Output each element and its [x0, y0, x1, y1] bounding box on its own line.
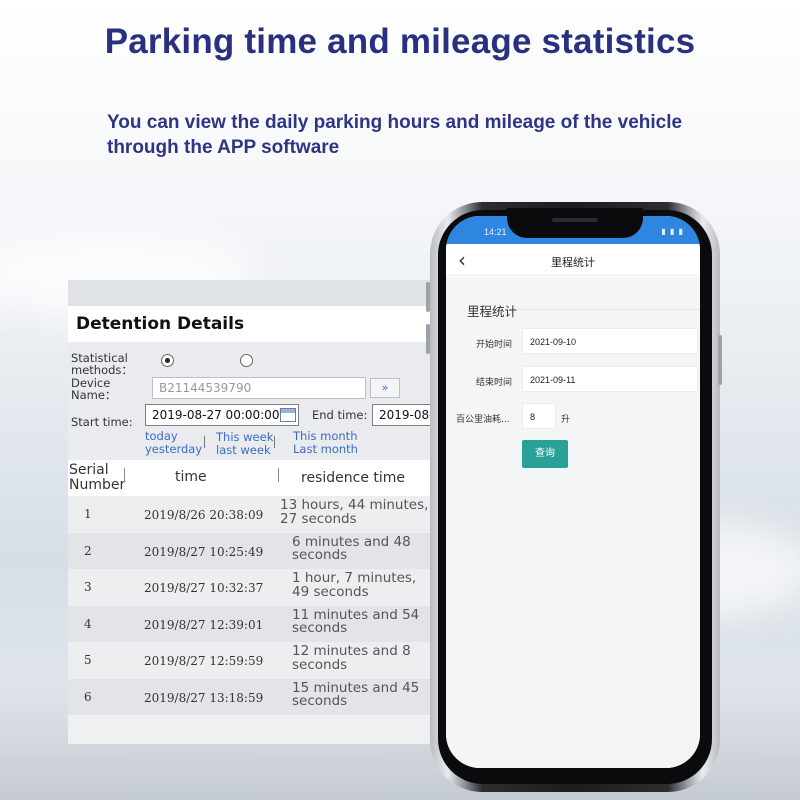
table-row: 1 2019/8/26 20:38:09 13 hours, 44 minutes,… — [68, 496, 430, 532]
phone-power-button — [718, 335, 722, 385]
cell-time: 2019/8/26 20:38:09 — [144, 508, 264, 522]
phone-notch — [507, 208, 643, 238]
phone-speaker — [552, 218, 598, 222]
cell-residence-time: 12 minutes and 8 seconds — [292, 643, 411, 673]
method-radio-1[interactable] — [161, 354, 174, 367]
nav-title: 里程统计 — [551, 256, 595, 269]
query-button[interactable]: 查询 — [522, 440, 568, 468]
cell-serial: 2 — [84, 543, 92, 558]
start-time-input[interactable]: 2019-08-27 00:00:00 — [145, 404, 299, 426]
link-separator — [204, 436, 205, 448]
link-yesterday[interactable]: yesterday — [145, 443, 202, 456]
start-time-field[interactable]: 2021-09-10 — [522, 328, 698, 354]
cell-time: 2019/8/27 13:18:59 — [144, 690, 264, 705]
link-last-month[interactable]: Last month — [293, 443, 358, 456]
table-row: 2 2019/8/27 10:25:49 6 minutes and 48 seco… — [68, 532, 430, 569]
detention-details-panel: Detention Details Statistical methods： D… — [68, 280, 430, 744]
cell-residence-time: 6 minutes and 48 seconds — [292, 533, 411, 563]
table-row: 4 2019/8/27 12:39:01 11 minutes and 54 sec… — [68, 605, 430, 642]
cell-time: 2019/8/27 12:59:59 — [144, 654, 264, 668]
table-row: 5 2019/8/27 12:59:59 12 minutes and 8 seco… — [68, 642, 430, 678]
cell-serial: 4 — [84, 616, 92, 631]
panel-top-strip — [68, 280, 430, 306]
end-time-label: End time: — [312, 408, 368, 422]
link-separator — [274, 436, 275, 448]
device-name-input[interactable]: B21144539790 — [152, 377, 366, 399]
status-time: 14:21 — [484, 227, 507, 237]
cell-serial: 5 — [84, 653, 92, 667]
column-time: time — [175, 469, 207, 485]
fuel-unit-label: 升 — [561, 415, 571, 425]
calendar-icon[interactable] — [280, 408, 296, 422]
fuel-consumption-field[interactable]: 8 — [522, 403, 556, 429]
column-serial-number: Serial Number — [69, 462, 126, 493]
phone-volume-button — [426, 324, 430, 354]
chevron-down-icon: » — [381, 381, 389, 394]
device-name-label: Device Name： — [71, 376, 117, 402]
section-divider — [518, 309, 700, 310]
cell-residence-time: 13 hours, 44 minutes, 27 seconds — [280, 497, 429, 527]
table-row: 3 2019/8/27 10:32:37 1 hour, 7 minutes, 49… — [68, 569, 430, 605]
statistical-methods-label: Statistical methods： — [71, 351, 133, 377]
end-time-field[interactable]: 2021-09-11 — [522, 366, 698, 392]
device-dropdown-button[interactable]: » — [370, 378, 400, 398]
cell-time: 2019/8/27 10:25:49 — [144, 544, 264, 559]
table-header: Serial Number time residence time — [68, 460, 430, 496]
end-time-input[interactable]: 2019-08- — [372, 404, 430, 426]
phone-volume-button — [426, 282, 430, 312]
start-time-label: Start time: — [71, 415, 133, 429]
cell-residence-time: 15 minutes and 45 seconds — [292, 679, 420, 709]
phone-screen: 14:21 ▮ ▮ ▮ ‹ 里程统计 里程统计 开始时间 2021-09-10 … — [446, 216, 700, 768]
cell-residence-time: 11 minutes and 54 seconds — [292, 606, 420, 636]
cell-time: 2019/8/27 12:39:01 — [144, 617, 264, 632]
mileage-form: 里程统计 开始时间 2021-09-10 结束时间 2021-09-11 百公里… — [446, 277, 700, 768]
page-headline: Parking time and mileage statistics — [104, 22, 696, 61]
cell-serial: 1 — [84, 507, 92, 521]
start-time-label: 开始时间 — [476, 340, 513, 350]
column-separator — [124, 468, 125, 482]
cell-residence-time: 1 hour, 7 minutes, 49 seconds — [292, 570, 417, 600]
cell-time: 2019/8/27 10:32:37 — [144, 581, 264, 595]
fuel-consumption-label: 百公里油耗... — [456, 415, 510, 425]
section-title: 里程统计 — [467, 304, 518, 319]
table-row: 6 2019/8/27 13:18:59 15 minutes and 45 sec… — [68, 678, 430, 715]
page-subtitle: You can view the daily parking hours and… — [107, 112, 683, 158]
link-last-week[interactable]: last week — [216, 444, 271, 457]
cell-serial: 3 — [84, 580, 92, 594]
column-residence-time: residence time — [301, 470, 406, 486]
column-separator — [278, 468, 279, 482]
end-time-label: 结束时间 — [476, 378, 513, 388]
panel-title: Detention Details — [76, 314, 245, 334]
status-icons: ▮ ▮ ▮ — [661, 227, 684, 236]
cell-serial: 6 — [84, 689, 92, 704]
app-nav-bar: ‹ 里程统计 — [446, 244, 700, 276]
method-radio-2[interactable] — [240, 354, 253, 367]
